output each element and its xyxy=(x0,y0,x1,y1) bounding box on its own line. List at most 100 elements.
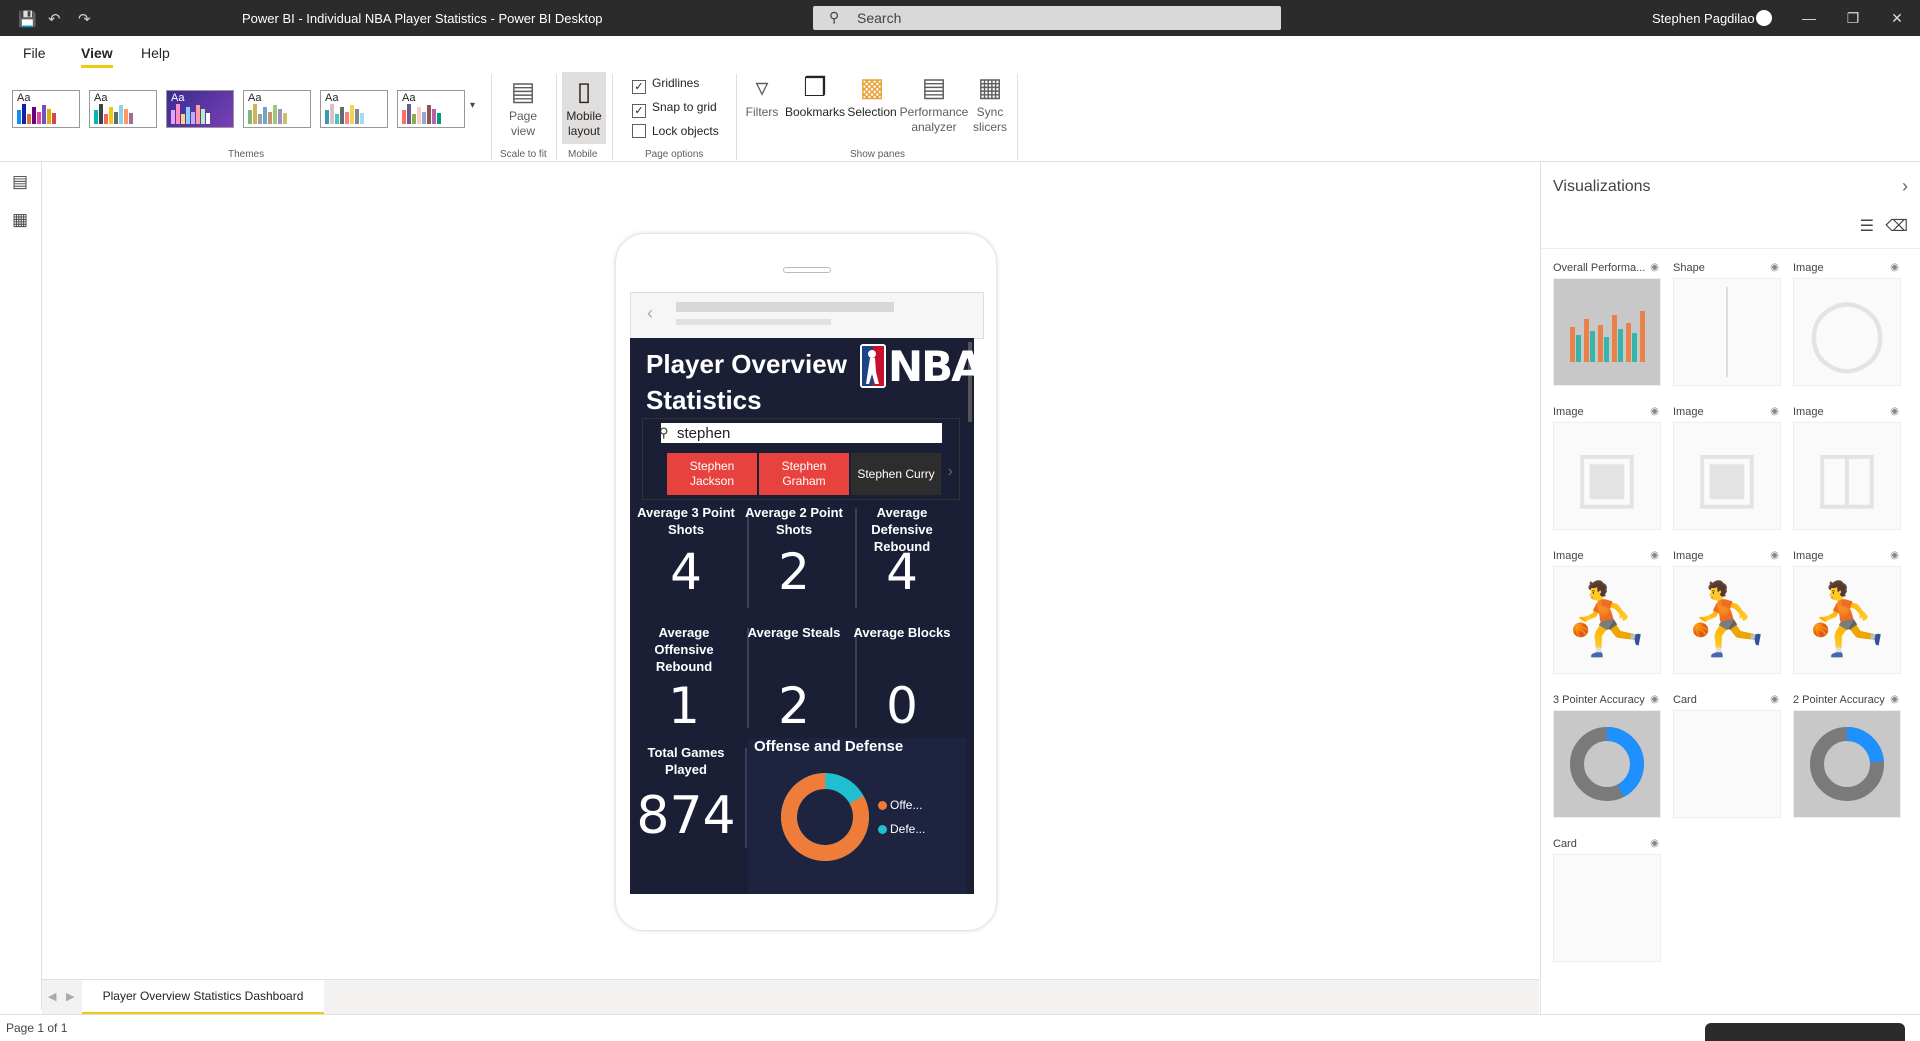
eye-icon[interactable]: ◉ xyxy=(1890,550,1899,561)
viz-tile[interactable]: 3 Pointer Accuracy ◉ xyxy=(1553,694,1663,818)
filter-icon: ▿ xyxy=(755,72,769,102)
phone-speaker xyxy=(783,267,831,273)
donut-icon xyxy=(1793,710,1901,818)
performance-analyzer-button[interactable]: ▤ Performance analyzer xyxy=(898,72,970,135)
chevron-right-icon[interactable]: › xyxy=(948,463,953,481)
chevron-right-icon[interactable]: ▶ xyxy=(66,990,74,1003)
viz-tile[interactable]: Image ◉ ◯ xyxy=(1793,262,1903,386)
eye-icon[interactable]: ◉ xyxy=(1650,838,1659,849)
legend-item-defense[interactable]: Defe... xyxy=(878,822,925,836)
sync-slicers-button[interactable]: ▦ Sync slicers xyxy=(966,72,1014,135)
page-tab[interactable]: Player Overview Statistics Dashboard xyxy=(82,980,324,1015)
group-themes: Themes xyxy=(228,149,265,160)
gridlines-checkbox[interactable]: ✓ Gridlines xyxy=(632,76,699,94)
selection-icon: ▩ xyxy=(859,72,885,102)
eye-icon[interactable]: ◉ xyxy=(1890,694,1899,705)
checkbox-unchecked-icon xyxy=(632,124,646,138)
selection-button[interactable]: ▩ Selection xyxy=(846,72,898,120)
theme-swatch-6[interactable]: Aa xyxy=(397,90,465,128)
chevron-right-icon[interactable]: › xyxy=(1902,176,1908,197)
donut-icon xyxy=(1553,710,1661,818)
bookmarks-button[interactable]: ❒ Bookmarks xyxy=(784,72,846,120)
report-view-icon[interactable]: ▤ xyxy=(12,172,28,192)
donut-slice-offense[interactable] xyxy=(778,770,872,864)
player-chip[interactable]: Stephen Curry xyxy=(851,453,941,495)
eye-icon[interactable]: ◉ xyxy=(1650,694,1659,705)
page-view-button[interactable]: ▤ Page view xyxy=(502,76,544,139)
viz-tile[interactable]: Card ◉ xyxy=(1553,838,1663,962)
theme-swatch-2[interactable]: Aa xyxy=(89,90,157,128)
kpi-card[interactable]: Average 2 Point Shots 2 xyxy=(740,504,848,604)
eye-icon[interactable]: ◉ xyxy=(1650,550,1659,561)
close-button[interactable]: ✕ xyxy=(1877,6,1917,30)
player-chip[interactable]: Stephen Graham xyxy=(759,453,849,495)
undo-icon[interactable]: ↶ xyxy=(48,10,61,28)
theme-swatch-4[interactable]: Aa xyxy=(243,90,311,128)
legend-item-offense[interactable]: Offe... xyxy=(878,798,922,812)
group-mobile: Mobile xyxy=(568,149,598,160)
theme-swatch-5[interactable]: Aa xyxy=(320,90,388,128)
player-chip[interactable]: Stephen Jackson xyxy=(667,453,757,495)
performance-icon: ▤ xyxy=(921,72,947,102)
viz-tile[interactable]: Image ◉ ▣ xyxy=(1553,406,1663,530)
scrollbar[interactable] xyxy=(966,338,974,894)
viz-tile[interactable]: Shape ◉ xyxy=(1673,262,1783,386)
eye-icon[interactable]: ◉ xyxy=(1650,262,1659,273)
placeholder-bar xyxy=(676,319,831,325)
theme-more-icon[interactable]: ▾ xyxy=(470,100,475,111)
donut-chart[interactable] xyxy=(778,770,872,864)
eraser-icon[interactable]: ⌫ xyxy=(1885,216,1908,236)
theme-swatch-1[interactable]: Aa xyxy=(12,90,80,128)
tab-file[interactable]: File xyxy=(23,45,46,61)
kpi-card[interactable]: Average 3 Point Shots 4 xyxy=(632,504,740,604)
search-placeholder: Search xyxy=(857,10,902,26)
viz-tile[interactable]: Image ◉ ▣ xyxy=(1673,406,1783,530)
search-input[interactable]: ⚲ Search xyxy=(813,6,1281,30)
user-name[interactable]: Stephen Pagdilao xyxy=(1652,11,1755,26)
view-switcher: ▤ ▦ xyxy=(0,162,42,1010)
mobile-layout-button[interactable]: ▯ Mobile layout xyxy=(562,72,606,144)
theme-swatch-3[interactable]: Aa xyxy=(166,90,234,128)
model-view-icon[interactable]: ▦ xyxy=(12,210,28,230)
kpi-card[interactable]: Average Offensive Rebound 1 xyxy=(630,624,738,734)
kpi-card[interactable]: Average Steals 2 xyxy=(740,624,848,734)
search-icon: ⚲ xyxy=(659,425,669,440)
divider xyxy=(736,74,737,160)
viz-tile[interactable]: Overall Performa... ◉ xyxy=(1553,262,1663,386)
eye-icon[interactable]: ◉ xyxy=(1770,406,1779,417)
viz-tile[interactable]: Image ◉ ⛹ xyxy=(1673,550,1783,674)
kpi-divider xyxy=(745,748,747,848)
viz-tile[interactable]: Image ◉ ⛹ xyxy=(1553,550,1663,674)
offense-defense-donut[interactable]: Offense and Defense Offe... Defe... xyxy=(748,738,966,894)
tab-help[interactable]: Help xyxy=(141,45,170,61)
viz-tile[interactable]: Image ◉ ◫ xyxy=(1793,406,1903,530)
snap-to-grid-checkbox[interactable]: ✓ Snap to grid xyxy=(632,100,717,118)
tab-view[interactable]: View xyxy=(81,45,113,68)
minimize-button[interactable]: — xyxy=(1789,6,1829,30)
filters-button[interactable]: ▿ Filters xyxy=(740,72,784,120)
chevron-left-icon[interactable]: ◀ xyxy=(48,990,56,1003)
checkbox-checked-icon: ✓ xyxy=(632,104,646,118)
eye-icon[interactable]: ◉ xyxy=(1770,550,1779,561)
save-icon[interactable]: 💾 xyxy=(18,10,37,28)
kpi-card[interactable]: Average Blocks 0 xyxy=(848,624,956,734)
redo-icon[interactable]: ↷ xyxy=(78,10,91,28)
restore-button[interactable]: ❐ xyxy=(1833,6,1873,30)
lock-objects-checkbox[interactable]: Lock objects xyxy=(632,124,719,138)
format-icon[interactable]: ☰ xyxy=(1860,216,1874,236)
eye-icon[interactable]: ◉ xyxy=(1890,262,1899,273)
eye-icon[interactable]: ◉ xyxy=(1650,406,1659,417)
avatar[interactable] xyxy=(1756,10,1772,26)
player-shoot-icon: ⛹ xyxy=(1673,566,1781,674)
kpi-card[interactable]: Average Defensive Rebound 4 xyxy=(848,504,956,604)
viz-tile[interactable]: Image ◉ ⛹ xyxy=(1793,550,1903,674)
viz-tile[interactable]: 2 Pointer Accuracy ◉ xyxy=(1793,694,1903,818)
kpi-card-games[interactable]: Total Games Played 874 xyxy=(630,744,742,864)
eye-icon[interactable]: ◉ xyxy=(1770,262,1779,273)
slicer-search-input[interactable] xyxy=(661,423,942,443)
viz-tile[interactable]: Card ◉ xyxy=(1673,694,1783,818)
mobile-report[interactable]: Player Overview Statistics Dashboard NBA… xyxy=(630,338,974,894)
eye-icon[interactable]: ◉ xyxy=(1890,406,1899,417)
eye-icon[interactable]: ◉ xyxy=(1770,694,1779,705)
checkbox-checked-icon: ✓ xyxy=(632,80,646,94)
